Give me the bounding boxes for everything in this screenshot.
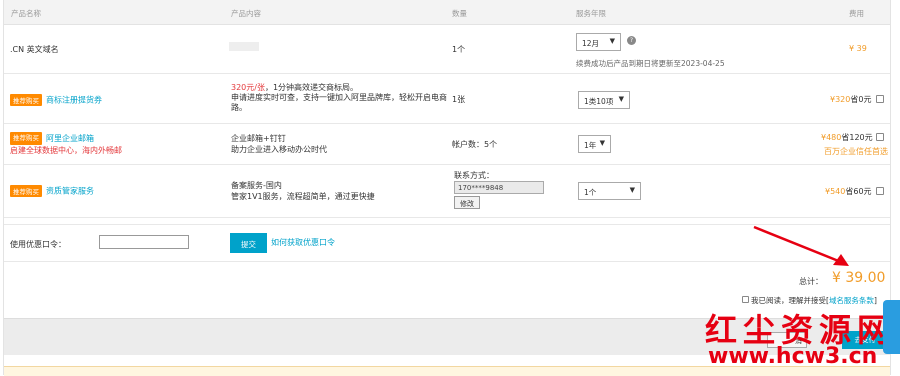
item-name-link[interactable]: 资质管家服务 — [46, 187, 94, 196]
item-save: 省0元 — [850, 95, 872, 104]
item-price: ¥480 — [821, 133, 842, 142]
duration-select[interactable]: 1年 ▼ — [578, 135, 611, 153]
item-content: 320元/张，1分钟高效递交商标局。 申请进度实时可查，支持一键加入阿里品牌库，… — [231, 83, 451, 113]
coupon-submit-button[interactable]: 提交 — [230, 233, 267, 253]
header-content: 产品内容 — [231, 9, 261, 18]
item-save: 省120元 — [841, 133, 873, 142]
item-name: .CN 英文域名 — [10, 45, 59, 54]
recommend-badge: 推荐购买 — [10, 132, 42, 145]
content-line-2: 助力企业进入移动办公时代 — [231, 145, 327, 154]
select-checkbox[interactable] — [876, 187, 884, 195]
content-placeholder — [229, 42, 259, 51]
item-qty: 1张 — [452, 95, 466, 104]
contact-input[interactable]: 170****9848 — [454, 181, 544, 194]
quantity-select-value: 1个 — [584, 188, 597, 197]
edit-button[interactable]: 修改 — [454, 196, 480, 209]
class-select[interactable]: 1类10项 ▼ — [578, 91, 630, 109]
quantity-select[interactable]: 1个 ▼ — [578, 182, 641, 200]
header-name: 产品名称 — [11, 9, 41, 18]
total-label: 总计： — [799, 277, 823, 286]
item-name-group: 推荐购买 资质管家服务 — [10, 185, 94, 197]
promo-text: 百万企业信任首选 — [824, 147, 888, 156]
item-price: ¥540 — [825, 187, 846, 196]
item-name-group: 推荐购买 阿里企业邮箱 启建全球数据中心，海内外畅邮 — [10, 132, 122, 156]
header-years: 服务年限 — [576, 9, 606, 18]
agreement-end: ] — [873, 296, 877, 305]
item-price-group: ¥480省120元 — [821, 132, 873, 143]
chevron-down-icon: ▼ — [618, 95, 624, 103]
content-line-1: 备案服务-国内 — [231, 181, 282, 190]
duration-select-value: 12月 — [582, 39, 600, 48]
item-name-link[interactable]: 阿里企业邮箱 — [46, 134, 94, 143]
select-checkbox[interactable] — [876, 133, 884, 141]
duration-select[interactable]: 12月 ▼ — [576, 33, 621, 51]
coupon-help-link[interactable]: 如何获取优惠口令 — [271, 237, 335, 248]
item-price: ¥ 39 — [849, 44, 867, 53]
content-price: 320元/张 — [231, 83, 265, 92]
agreement-checkbox[interactable] — [742, 296, 749, 303]
content-line-2: 管家1V1服务，流程超简单，通过更快捷 — [231, 192, 375, 201]
item-name-link[interactable]: 商标注册提货券 — [46, 96, 102, 105]
content-desc: ，1分钟高效递交商标局。 — [264, 83, 359, 92]
renewal-note: 续费成功后产品到期日将更新至2023-04-25 — [576, 59, 725, 68]
item-content: 备案服务-国内 管家1V1服务，流程超简单，通过更快捷 — [231, 180, 375, 202]
chevron-down-icon: ▼ — [609, 37, 615, 45]
help-icon[interactable]: ? — [627, 36, 636, 45]
recommend-badge: 推荐购买 — [10, 185, 42, 197]
duration-select-value: 1年 — [584, 141, 597, 150]
side-widget-icon[interactable] — [883, 300, 900, 354]
table-row: 推荐购买 阿里企业邮箱 启建全球数据中心，海内外畅邮 企业邮箱+钉钉 助力企业进入… — [4, 124, 890, 165]
table-row: 推荐购买 资质管家服务 备案服务-国内 管家1V1服务，流程超简单，通过更快捷 联… — [4, 165, 890, 218]
arrow-annotation-icon — [753, 225, 849, 266]
recommend-badge: 推荐购买 — [10, 94, 42, 106]
item-subtitle: 启建全球数据中心，海内外畅邮 — [10, 146, 122, 155]
item-qty: 帐户数：5个 — [452, 140, 498, 149]
item-price-group: ¥540省60元 — [825, 186, 872, 197]
item-save: 省60元 — [845, 187, 872, 196]
header-qty: 数量 — [452, 9, 467, 18]
item-price-group: ¥320省0元 — [830, 94, 871, 105]
watermark-url: www.hcw3.cn — [708, 344, 878, 369]
table-row: .CN 英文域名 1个 12月 ▼ ? 续费成功后产品到期日将更新至2023-0… — [4, 25, 890, 74]
coupon-input[interactable] — [99, 235, 189, 249]
item-qty: 1个 — [452, 45, 466, 54]
chevron-down-icon: ▼ — [629, 186, 635, 194]
content-line-1: 企业邮箱+钉钉 — [231, 134, 286, 143]
contact-label: 联系方式： — [454, 171, 494, 180]
total-amount: ¥ 39.00 — [832, 270, 886, 286]
agreement-text: 我已阅读，理解并接受[ — [751, 296, 829, 305]
coupon-label: 使用优惠口令： — [10, 240, 66, 249]
header-fee: 费用 — [849, 9, 864, 18]
item-content: 企业邮箱+钉钉 助力企业进入移动办公时代 — [231, 133, 327, 155]
class-select-value: 1类10项 — [584, 97, 614, 106]
content-desc-2: 申请进度实时可查，支持一键加入阿里品牌库，轻松开启电商路。 — [231, 93, 447, 112]
table-row: 推荐购买 商标注册提货券 320元/张，1分钟高效递交商标局。 申请进度实时可查，… — [4, 74, 890, 124]
table-header: 产品名称 产品内容 数量 服务年限 费用 — [4, 0, 890, 25]
terms-link[interactable]: 域名服务条款 — [829, 296, 874, 305]
chevron-down-icon: ▼ — [599, 139, 605, 147]
item-price: ¥320 — [830, 95, 851, 104]
item-name-group: 推荐购买 商标注册提货券 — [10, 94, 102, 106]
select-checkbox[interactable] — [876, 95, 884, 103]
